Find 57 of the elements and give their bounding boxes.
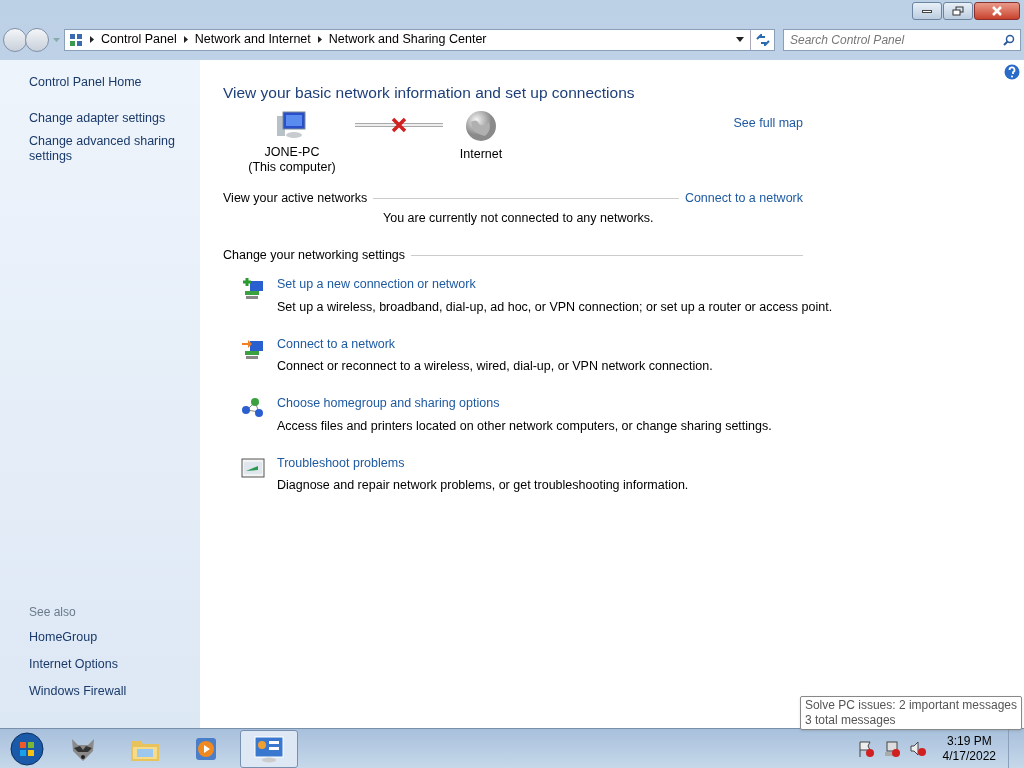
taskbar-button[interactable] bbox=[240, 729, 298, 768]
tooltip-text: Solve PC issues: 2 important messages bbox=[804, 698, 1017, 714]
close-icon bbox=[991, 6, 1003, 16]
flag-error-icon[interactable] bbox=[856, 739, 875, 758]
forward-button[interactable] bbox=[25, 27, 49, 52]
minimize-button[interactable] bbox=[912, 2, 942, 20]
node-label: JONE-PC bbox=[264, 144, 320, 160]
node-sublabel: (This computer) bbox=[248, 159, 336, 175]
section-title: View your active networks bbox=[223, 189, 368, 207]
task-description: Diagnose and repair network problems, or get troubleshooting information. bbox=[277, 477, 689, 495]
chevron-icon[interactable] bbox=[317, 36, 322, 44]
see-full-map-link[interactable]: See full map bbox=[733, 113, 803, 129]
task-description: Connect or reconnect to a wireless, wired, dial-up, or VPN network connection. bbox=[277, 358, 713, 376]
section-title: Change your networking settings bbox=[223, 247, 406, 265]
see-also-heading: See also bbox=[29, 604, 77, 622]
back-button[interactable] bbox=[3, 27, 27, 52]
search-field[interactable]: Search Control Panel bbox=[783, 28, 1021, 51]
see-also-link[interactable]: HomeGroup bbox=[29, 628, 200, 647]
breadcrumb[interactable]: Control Panel bbox=[101, 30, 177, 50]
chevron-icon[interactable] bbox=[183, 36, 188, 44]
sidebar-link[interactable]: Change adapter settings bbox=[29, 110, 179, 126]
search-icon[interactable] bbox=[1003, 33, 1015, 46]
control-panel-icon bbox=[253, 734, 285, 763]
status-message: You are currently not connected to any networks. bbox=[383, 209, 654, 227]
breadcrumb[interactable]: Network and Sharing Center bbox=[328, 30, 487, 50]
task-link[interactable]: Set up a new connection or network bbox=[277, 275, 476, 294]
restore-button[interactable] bbox=[943, 2, 973, 20]
restore-icon bbox=[952, 6, 964, 16]
node-label: Internet bbox=[459, 146, 503, 162]
control-panel-icon bbox=[69, 32, 83, 47]
close-button[interactable] bbox=[974, 2, 1020, 20]
connect-link[interactable]: Connect to a network bbox=[684, 188, 803, 208]
see-also-link[interactable]: Internet Options bbox=[29, 654, 200, 674]
sidebar-link[interactable]: Control Panel Home bbox=[29, 74, 179, 90]
speaker-muted-icon[interactable] bbox=[908, 739, 927, 758]
help-icon[interactable] bbox=[1004, 63, 1020, 80]
task-link[interactable]: Troubleshoot problems bbox=[277, 453, 405, 473]
refresh-icon bbox=[755, 33, 770, 46]
computer-icon bbox=[275, 109, 309, 140]
see-also-link[interactable]: Windows Firewall bbox=[29, 681, 200, 701]
task-link[interactable]: Connect to a network bbox=[277, 334, 396, 354]
network-error-icon[interactable] bbox=[882, 739, 901, 758]
breadcrumb[interactable]: Network and Internet bbox=[194, 30, 311, 50]
network-plus-icon bbox=[241, 277, 265, 302]
task-link[interactable]: Choose homegroup and sharing options bbox=[277, 394, 500, 413]
task-description: Set up a wireless, broadband, dial-up, ad hoc, or VPN connection; or set up a router or access point. bbox=[277, 298, 833, 316]
globe-icon bbox=[465, 109, 497, 142]
address-bar[interactable]: Control Panel Network and Internet Network and Sharing Center bbox=[64, 28, 775, 51]
tooltip-text: 3 total messages bbox=[804, 713, 897, 729]
clock-date[interactable]: 4/17/2022 bbox=[942, 748, 996, 764]
task-description: Access files and printers located on other network computers, or change sharing settings. bbox=[277, 417, 772, 435]
clock-time[interactable]: 3:19 PM bbox=[946, 733, 992, 749]
dropdown-arrow-icon[interactable] bbox=[736, 37, 744, 43]
page-heading: View your basic network information and set up connections bbox=[223, 82, 636, 103]
troubleshoot-icon bbox=[241, 455, 265, 480]
sidebar-link[interactable]: Change advanced sharing settings bbox=[29, 133, 179, 164]
chevron-icon[interactable] bbox=[90, 36, 94, 44]
